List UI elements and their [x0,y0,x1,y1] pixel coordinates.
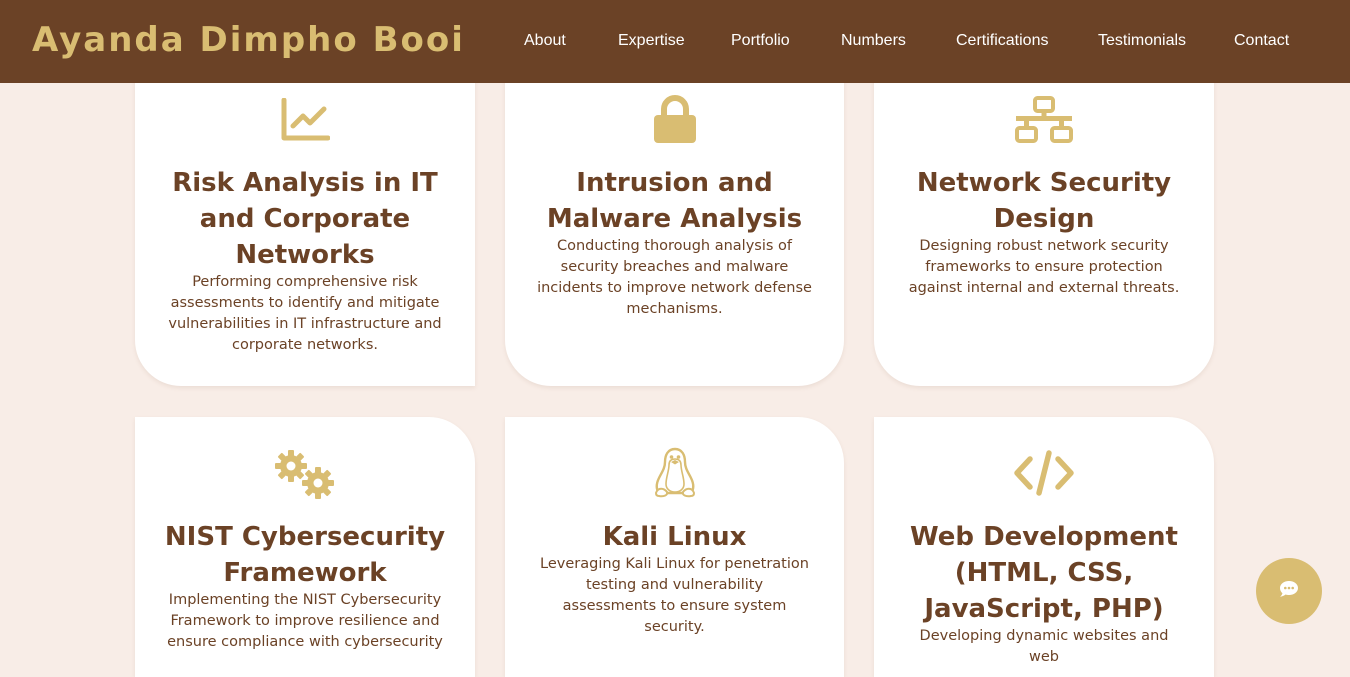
expertise-card: Web Development (HTML, CSS, JavaScript, … [874,417,1214,677]
nav-link-portfolio[interactable]: Portfolio [731,33,790,49]
linux-tux-icon [505,447,844,499]
card-description: Developing dynamic websites and web [919,628,1169,665]
card-title: Kali Linux [602,522,747,552]
nav-link-testimonials[interactable]: Testimonials [1098,33,1186,49]
card-description: Performing comprehensive risk assessment… [168,274,442,353]
chart-line-icon [135,98,475,142]
expertise-card: Risk Analysis in IT and Corporate Networ… [135,60,475,386]
site-header: Ayanda Dimpho Booi About Expertise Portf… [0,0,1350,83]
nav-link-expertise[interactable]: Expertise [618,33,685,49]
card-title: Network Security Design [916,168,1172,234]
card-title: Risk Analysis in IT and Corporate Networ… [172,168,438,270]
card-description: Implementing the NIST Cybersecurity Fram… [167,592,443,650]
nav-link-numbers[interactable]: Numbers [841,33,906,49]
chat-bubble-icon [1279,581,1299,601]
lock-icon [505,94,844,144]
card-description: Leveraging Kali Linux for penetration te… [540,556,809,635]
nav-link-certifications[interactable]: Certifications [956,33,1048,49]
card-title: NIST Cybersecurity Framework [164,522,446,588]
cogs-icon [135,449,475,499]
expertise-card: Network Security Design Designing robust… [874,60,1214,386]
code-icon [874,449,1214,497]
expertise-card: Kali Linux Leveraging Kali Linux for pen… [505,417,844,677]
network-wired-icon [874,96,1214,144]
card-description: Conducting thorough analysis of security… [537,238,812,317]
expertise-card: NIST Cybersecurity Framework Implementin… [135,417,475,677]
card-title: Web Development (HTML, CSS, JavaScript, … [910,522,1178,624]
chat-button[interactable] [1256,558,1322,624]
expertise-card: Intrusion and Malware Analysis Conductin… [505,60,844,386]
card-description: Designing robust network security framew… [908,238,1180,296]
nav-link-about[interactable]: About [524,33,566,49]
brand-logo-text[interactable]: Ayanda Dimpho Booi [32,23,465,57]
nav-link-contact[interactable]: Contact [1234,33,1289,49]
card-title: Intrusion and Malware Analysis [546,168,803,234]
